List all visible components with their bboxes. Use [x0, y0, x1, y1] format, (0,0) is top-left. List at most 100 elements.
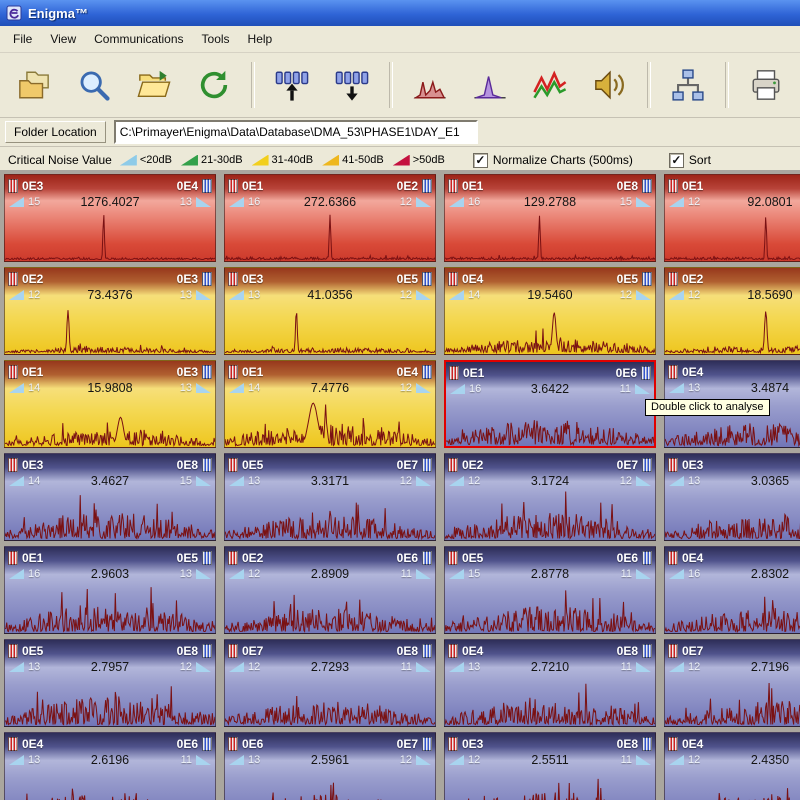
logger-level-right: 13	[178, 196, 192, 208]
histogram-red-button[interactable]	[400, 57, 460, 113]
logger-icon-left	[8, 272, 18, 286]
logger-level-left: 13	[468, 661, 482, 673]
logger-id-left: 0E1	[462, 179, 483, 193]
noise-triangle-left	[669, 569, 684, 579]
noise-triangle-right	[196, 383, 211, 393]
logger-level-right: 11	[618, 754, 632, 766]
menu-item-communications[interactable]: Communications	[85, 28, 192, 50]
checkbox-normalize-charts-500ms[interactable]: ✓Normalize Charts (500ms)	[473, 153, 633, 168]
logger-tile[interactable]: 0E3 13 3.0365	[664, 453, 800, 541]
logger-icon-left	[668, 365, 678, 379]
logger-tile[interactable]: 0E5 0E6 15 2.8778 11	[444, 546, 656, 634]
tile-info: 13 2.7210 11	[445, 659, 655, 675]
logger-icon-right	[422, 365, 432, 379]
loggers-download-button[interactable]	[322, 57, 382, 113]
logger-level-right: 11	[398, 568, 412, 580]
noise-triangle-left	[9, 197, 24, 207]
noise-triangle-right	[636, 197, 651, 207]
noise-triangle-left	[449, 290, 464, 300]
logger-id-right: 0E4	[397, 365, 418, 379]
checkbox-box[interactable]: ✓	[669, 153, 684, 168]
noise-triangle-left	[9, 755, 24, 765]
logger-tile[interactable]: 0E1 12 92.0801	[664, 174, 800, 262]
logger-level-left: 16	[28, 568, 42, 580]
checkbox-sort[interactable]: ✓Sort	[669, 153, 711, 168]
noise-value: 2.7210	[486, 660, 614, 674]
noise-spectrum-chart	[5, 489, 215, 540]
logger-level-left: 12	[688, 196, 702, 208]
logger-tile[interactable]: 0E1 0E4 14 7.4776 12	[224, 360, 436, 448]
logger-tile[interactable]: 0E3 0E4 15 1276.4027 13	[4, 174, 216, 262]
speaker-button[interactable]	[580, 57, 640, 113]
logger-id-left: 0E5	[22, 644, 43, 658]
logger-level-right: 13	[178, 568, 192, 580]
loggers-upload-button[interactable]	[262, 57, 322, 113]
logger-tile[interactable]: 0E3 0E8 14 3.4627 15	[4, 453, 216, 541]
noise-value: 3.1724	[486, 474, 614, 488]
refresh-button[interactable]	[184, 57, 244, 113]
open-database-button[interactable]	[124, 57, 184, 113]
noise-value: 2.8909	[266, 567, 394, 581]
logger-tile[interactable]: 0E3 0E5 13 41.0356 12	[224, 267, 436, 355]
checkbox-box[interactable]: ✓	[473, 153, 488, 168]
folder-path-input[interactable]	[114, 120, 478, 144]
logger-tile[interactable]: 0E2 0E3 12 73.4376 13	[4, 267, 216, 355]
menu-item-help[interactable]: Help	[239, 28, 282, 50]
printer-icon	[749, 68, 783, 102]
overlay-charts-button[interactable]	[520, 57, 580, 113]
logger-tile[interactable]: 0E1 0E3 14 15.9808 13	[4, 360, 216, 448]
logger-tile[interactable]: 0E4 0E6 13 2.6196 11	[4, 732, 216, 800]
logger-level-right: 12	[178, 661, 192, 673]
noise-value: 2.4350	[706, 753, 800, 767]
logger-tile[interactable]: 0E4 16 2.8302	[664, 546, 800, 634]
legend-range-label: 21-30dB	[201, 154, 243, 166]
menu-item-file[interactable]: File	[4, 28, 41, 50]
logger-tile[interactable]: 0E4 12 2.4350	[664, 732, 800, 800]
logger-tile[interactable]: 0E1 0E2 16 272.6366 12	[224, 174, 436, 262]
search-button[interactable]	[64, 57, 124, 113]
logger-level-left: 14	[248, 382, 262, 394]
tile-info: 13 2.5961 12	[225, 752, 435, 768]
noise-triangle-right	[636, 476, 651, 486]
logger-icon-right	[642, 644, 652, 658]
logger-tile[interactable]: 0E3 0E8 12 2.5511 11	[444, 732, 656, 800]
logger-icon-left	[668, 179, 678, 193]
tile-info: 13 3.3171 12	[225, 473, 435, 489]
logger-icon-left	[448, 737, 458, 751]
logger-id-left: 0E1	[682, 179, 703, 193]
logger-tile[interactable]: 0E7 0E8 12 2.7293 11	[224, 639, 436, 727]
histogram-purple-button[interactable]	[460, 57, 520, 113]
network-button[interactable]	[658, 57, 718, 113]
noise-triangle-left	[229, 755, 244, 765]
logger-tile[interactable]: 0E2 0E7 12 3.1724 12	[444, 453, 656, 541]
overlay-charts-icon	[533, 68, 567, 102]
logger-tile[interactable]: 0E4 0E8 13 2.7210 11	[444, 639, 656, 727]
logger-tile[interactable]: 0E5 0E8 13 2.7957 12	[4, 639, 216, 727]
logger-tile[interactable]: 0E2 12 18.5690	[664, 267, 800, 355]
noise-triangle-right	[196, 290, 211, 300]
logger-tile[interactable]: 0E4 0E5 14 19.5460 12	[444, 267, 656, 355]
logger-tile[interactable]: 0E6 0E7 13 2.5961 12	[224, 732, 436, 800]
logger-icon-right	[202, 737, 212, 751]
tile-header: 0E1	[665, 175, 800, 194]
logger-tile[interactable]: 0E1 0E8 16 129.2788 15	[444, 174, 656, 262]
printer-button[interactable]	[736, 57, 796, 113]
logger-tile[interactable]: 0E2 0E6 12 2.8909 11	[224, 546, 436, 634]
legend-range-label: <20dB	[140, 154, 172, 166]
logger-tile[interactable]: 0E1 0E5 16 2.9603 13	[4, 546, 216, 634]
logger-icon-right	[202, 179, 212, 193]
tile-header: 0E1 0E6	[446, 362, 654, 381]
copy-folders-button[interactable]	[4, 57, 64, 113]
noise-spectrum-chart	[445, 768, 655, 800]
logger-tile[interactable]: 0E7 12 2.7196	[664, 639, 800, 727]
noise-triangle-right	[636, 569, 651, 579]
logger-id-left: 0E1	[463, 366, 484, 380]
noise-spectrum-chart	[225, 489, 435, 540]
logger-tile[interactable]: 0E1 0E6 16 3.6422 11	[444, 360, 656, 448]
menu-item-tools[interactable]: Tools	[193, 28, 239, 50]
legend-range-label: >50dB	[413, 154, 445, 166]
tile-header: 0E1 0E5	[5, 547, 215, 566]
menu-item-view[interactable]: View	[41, 28, 85, 50]
noise-triangle-left	[9, 290, 24, 300]
logger-tile[interactable]: 0E5 0E7 13 3.3171 12	[224, 453, 436, 541]
